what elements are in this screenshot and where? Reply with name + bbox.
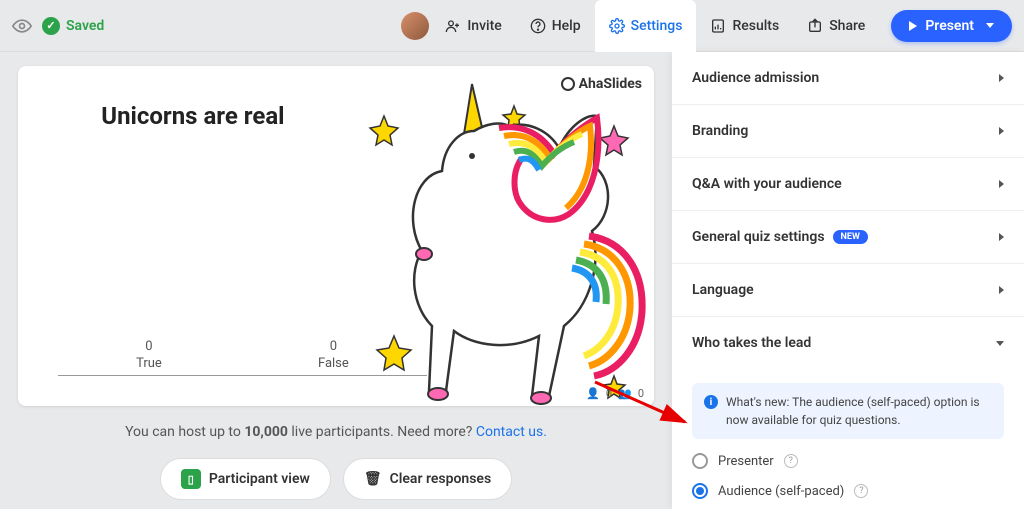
who-takes-lead-content: i What's new: The audience (self-paced) … bbox=[672, 369, 1024, 509]
help-button[interactable]: Help bbox=[516, 8, 595, 44]
host-info: You can host up to 10,000 live participa… bbox=[125, 424, 547, 440]
topbar-left: ✓ Saved bbox=[12, 16, 104, 36]
caret-down-icon bbox=[986, 23, 994, 28]
section-branding[interactable]: Branding bbox=[672, 105, 1024, 158]
present-button[interactable]: Present bbox=[891, 10, 1012, 42]
bar-true-label: True bbox=[136, 356, 162, 371]
results-tab[interactable]: Results bbox=[696, 8, 793, 44]
clear-responses-button[interactable]: 🗑 Clear responses bbox=[343, 458, 512, 500]
chevron-right-icon bbox=[999, 233, 1004, 241]
response-icon: 👥 bbox=[618, 387, 632, 400]
radio-icon bbox=[692, 483, 708, 499]
participant-view-label: Participant view bbox=[209, 471, 310, 487]
participant-view-button[interactable]: ▯ Participant view bbox=[160, 458, 331, 500]
bar-false-value: 0 bbox=[330, 339, 337, 354]
saved-label: Saved bbox=[66, 18, 104, 34]
bar-false: 0 False bbox=[318, 339, 349, 371]
response-count: 0 bbox=[638, 387, 644, 400]
present-label: Present bbox=[925, 18, 974, 34]
help-icon bbox=[530, 18, 546, 34]
section-qa[interactable]: Q&A with your audience bbox=[672, 158, 1024, 211]
settings-panel: Audience admission Branding Q&A with you… bbox=[672, 52, 1024, 509]
avatar[interactable] bbox=[401, 12, 429, 40]
section-language[interactable]: Language bbox=[672, 264, 1024, 317]
help-icon[interactable]: ? bbox=[854, 484, 868, 498]
radio-presenter[interactable]: Presenter ? bbox=[692, 453, 1004, 469]
section-title: Who takes the lead bbox=[692, 335, 811, 351]
bar-false-label: False bbox=[318, 356, 349, 371]
host-bold: 10,000 bbox=[244, 424, 288, 440]
bar-true-value: 0 bbox=[145, 339, 152, 354]
radio-label: Audience (self-paced) bbox=[718, 484, 844, 499]
chevron-right-icon bbox=[999, 74, 1004, 82]
action-row: ▯ Participant view 🗑 Clear responses bbox=[160, 458, 512, 500]
slide-card[interactable]: AhaSlides Unicorns are real bbox=[18, 66, 654, 406]
canvas-area: AhaSlides Unicorns are real bbox=[0, 52, 672, 509]
slide-title: Unicorns are real bbox=[18, 102, 368, 130]
invite-button[interactable]: Invite bbox=[431, 8, 515, 44]
chevron-right-icon bbox=[999, 286, 1004, 294]
chevron-down-icon bbox=[996, 341, 1004, 346]
section-title-text: General quiz settings bbox=[692, 229, 825, 245]
bar-true: 0 True bbox=[136, 339, 162, 371]
help-icon[interactable]: ? bbox=[784, 454, 798, 468]
trash-icon: 🗑 bbox=[364, 471, 382, 487]
info-text: What's new: The audience (self-paced) op… bbox=[726, 393, 992, 429]
section-who-takes-lead[interactable]: Who takes the lead bbox=[672, 317, 1024, 369]
radio-icon bbox=[692, 453, 708, 469]
section-title: Branding bbox=[692, 123, 748, 139]
settings-label: Settings bbox=[631, 18, 683, 34]
section-general-quiz[interactable]: General quiz settings NEW bbox=[672, 211, 1024, 264]
topbar: ✓ Saved Invite Help Settings bbox=[0, 0, 1024, 52]
settings-tab[interactable]: Settings bbox=[595, 0, 697, 52]
person-count: 0 bbox=[606, 387, 612, 400]
section-title: Audience admission bbox=[692, 70, 819, 86]
section-title: General quiz settings NEW bbox=[692, 229, 868, 245]
clear-responses-label: Clear responses bbox=[390, 471, 492, 487]
contact-link[interactable]: Contact us. bbox=[476, 424, 547, 440]
check-icon: ✓ bbox=[42, 17, 60, 35]
section-title: Q&A with your audience bbox=[692, 176, 842, 192]
chevron-right-icon bbox=[999, 127, 1004, 135]
new-badge: NEW bbox=[833, 230, 868, 244]
share-tab[interactable]: Share bbox=[793, 8, 879, 44]
preview-eye-icon[interactable] bbox=[12, 16, 32, 36]
bar-chart: 0 True 0 False bbox=[58, 339, 427, 376]
info-box: i What's new: The audience (self-paced) … bbox=[692, 383, 1004, 439]
invite-label: Invite bbox=[467, 18, 501, 34]
radio-label: Presenter bbox=[718, 454, 774, 469]
slide-footer: 👤 0 👥 0 bbox=[586, 387, 644, 400]
chevron-right-icon bbox=[999, 180, 1004, 188]
topbar-right: Invite Help Settings Results Share bbox=[401, 0, 1012, 52]
results-label: Results bbox=[732, 18, 779, 34]
phone-icon: ▯ bbox=[181, 469, 201, 489]
help-label: Help bbox=[552, 18, 581, 34]
user-plus-icon bbox=[445, 18, 461, 34]
gear-icon bbox=[609, 18, 625, 34]
results-icon bbox=[710, 18, 726, 34]
play-icon bbox=[909, 21, 917, 31]
share-label: Share bbox=[829, 18, 865, 34]
section-title: Language bbox=[692, 282, 754, 298]
share-icon bbox=[807, 18, 823, 34]
host-pre: You can host up to bbox=[125, 424, 244, 440]
info-icon: i bbox=[704, 395, 718, 409]
saved-status: ✓ Saved bbox=[42, 17, 104, 35]
radio-audience[interactable]: Audience (self-paced) ? bbox=[692, 483, 1004, 499]
section-audience-admission[interactable]: Audience admission bbox=[672, 52, 1024, 105]
main-area: AhaSlides Unicorns are real bbox=[0, 52, 1024, 509]
host-post: live participants. Need more? bbox=[288, 424, 476, 440]
person-icon: 👤 bbox=[586, 387, 600, 400]
